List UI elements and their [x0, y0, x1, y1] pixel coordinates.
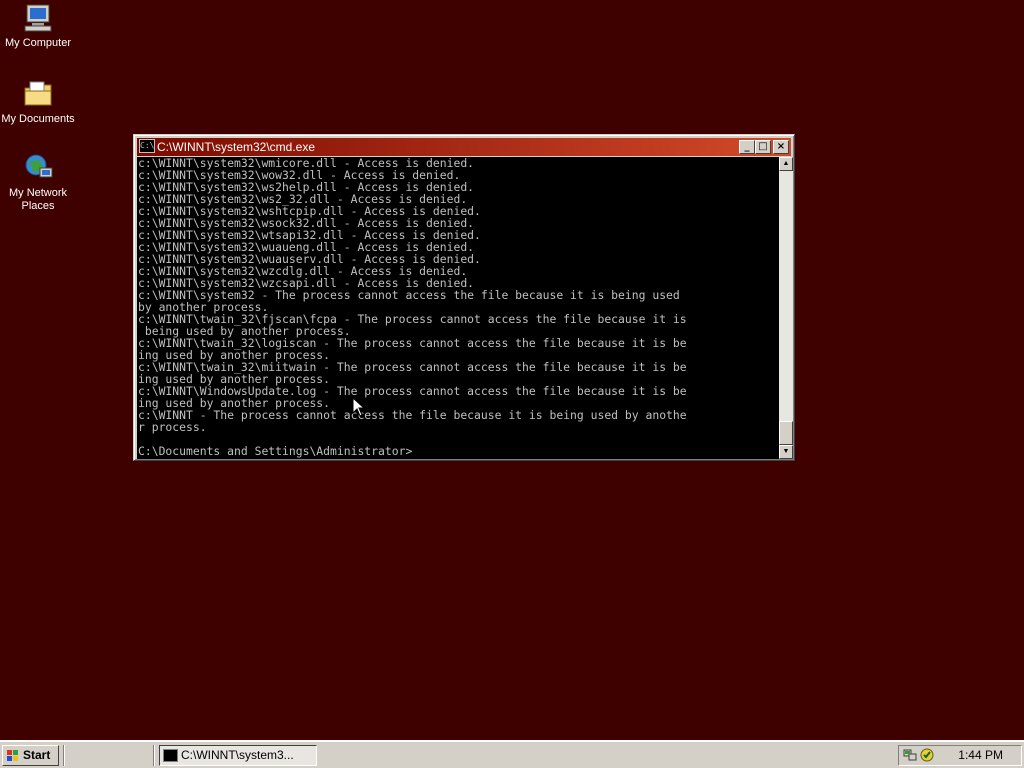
maximize-button[interactable]: □ — [755, 140, 771, 154]
network-connection-icon[interactable] — [903, 748, 917, 762]
desktop-icon-my-documents[interactable]: My Documents — [0, 78, 76, 126]
arrow-up-icon: ▲ — [782, 160, 790, 167]
console-line: c:\WINNT - The process cannot access the… — [138, 408, 687, 422]
taskbar-button-label: C:\WINNT\system3... — [181, 748, 294, 762]
window-title: C:\WINNT\system32\cmd.exe — [157, 140, 316, 154]
scroll-down-button[interactable]: ▼ — [779, 445, 793, 459]
minimize-icon: _ — [744, 141, 750, 152]
mouse-pointer-icon — [352, 397, 366, 417]
cmd-window[interactable]: C:\ C:\WINNT\system32\cmd.exe _ □ × c:\W… — [133, 134, 795, 461]
security-shield-icon[interactable] — [920, 748, 934, 762]
scrollbar-thumb[interactable] — [779, 421, 793, 445]
desktop-icon-label: My Network Places — [8, 187, 68, 212]
clock[interactable]: 1:44 PM — [958, 746, 1003, 765]
taskbar-separator — [63, 745, 65, 766]
windows-logo-icon — [7, 750, 18, 761]
start-button[interactable]: Start — [2, 745, 59, 766]
console-line: r process. — [138, 420, 207, 434]
arrow-down-icon: ▼ — [782, 448, 790, 455]
desktop-icon-my-network-places[interactable]: My Network Places — [0, 152, 76, 213]
vertical-scrollbar[interactable]: ▲ ▼ — [779, 157, 793, 459]
computer-icon — [24, 4, 52, 32]
close-icon: × — [776, 141, 786, 152]
console-icon: C:\ — [139, 139, 155, 153]
taskbar-separator — [153, 745, 155, 766]
desktop-icon-my-computer[interactable]: My Computer — [0, 2, 76, 50]
taskbar-button-cmd[interactable]: C:\WINNT\system3... — [159, 745, 317, 766]
folder-icon — [24, 81, 52, 106]
system-tray: 1:44 PM — [898, 745, 1022, 766]
taskbar: Start C:\WINNT\system3... 1:44 PM — [0, 740, 1024, 768]
minimize-button[interactable]: _ — [739, 140, 755, 154]
desktop-icon-label: My Computer — [4, 37, 72, 49]
close-button[interactable]: × — [773, 140, 789, 154]
desktop-icon-label: My Documents — [1, 113, 75, 125]
network-icon — [25, 154, 53, 178]
window-titlebar[interactable]: C:\ C:\WINNT\system32\cmd.exe _ □ × — [137, 138, 791, 156]
console-icon — [163, 749, 178, 762]
scroll-up-button[interactable]: ▲ — [779, 157, 793, 171]
console-line: C:\Documents and Settings\Administrator> — [138, 444, 413, 458]
maximize-icon: □ — [758, 141, 768, 152]
start-label: Start — [23, 748, 51, 762]
console-output[interactable]: c:\WINNT\system32\wmicore.dll - Access i… — [137, 157, 779, 459]
